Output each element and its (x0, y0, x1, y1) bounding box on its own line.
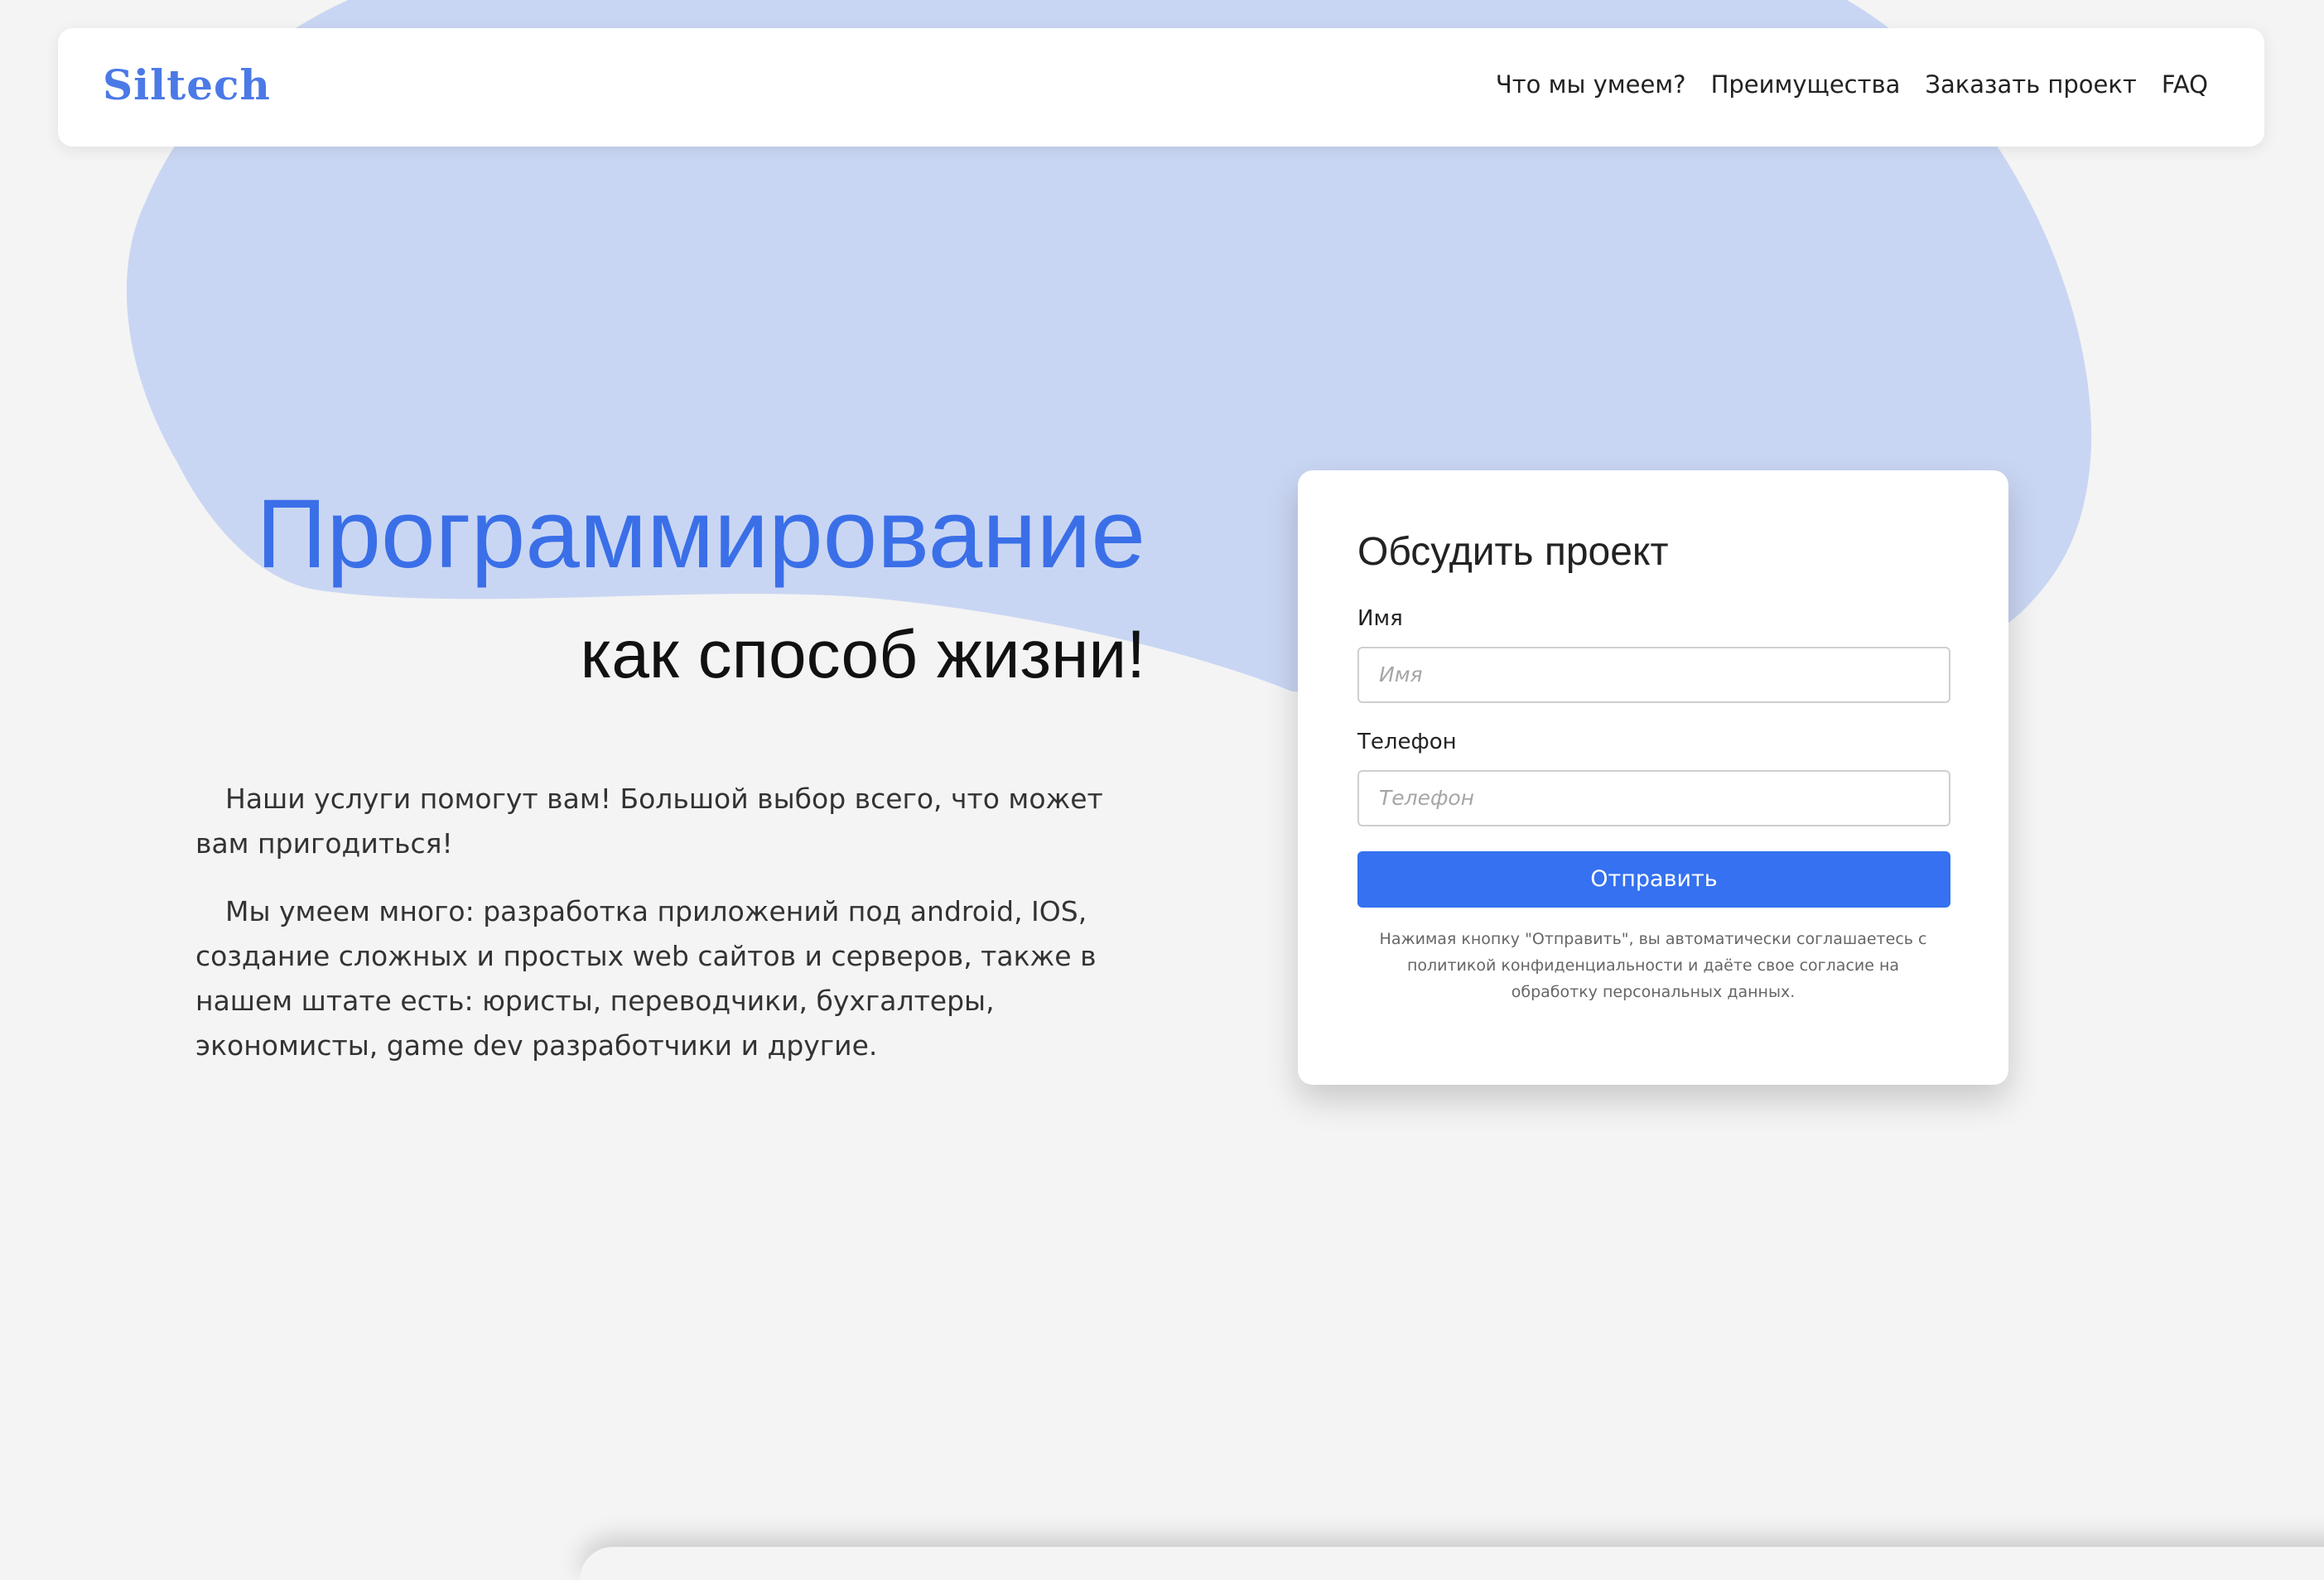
phone-input[interactable] (1357, 769, 1950, 826)
hero-title: Программирование (256, 479, 1145, 589)
top-navbar: Siltech Что мы умеем? Преимущества Заказ… (58, 28, 2264, 147)
privacy-note: Нажимая кнопку "Отправить", вы автоматич… (1379, 929, 1927, 1001)
nav-link-advantages[interactable]: Преимущества (1711, 70, 1901, 99)
nav-link-faq[interactable]: FAQ (2162, 70, 2208, 99)
nav-menu: Что мы умеем? Преимущества Заказать прое… (1496, 70, 2208, 101)
nav-item: Преимущества (1711, 70, 1901, 101)
brand-logo[interactable]: Siltech (103, 58, 271, 112)
next-section-edge (580, 1547, 2324, 1580)
nav-link-skills[interactable]: Что мы умеем? (1496, 70, 1686, 99)
submit-button[interactable]: Отправить (1357, 850, 1950, 908)
contact-form-card: Обсудить проект Имя Телефон Отправить На… (1298, 470, 2008, 1085)
hero-subtitle: как способ жизни! (580, 617, 1145, 692)
form-title: Обсудить проект (1357, 530, 1669, 574)
hero-paragraph-services: Наши услуги помогут вам! Большой выбор в… (195, 783, 1103, 860)
hero-description: Наши услуги помогут вам! Большой выбор в… (195, 777, 1148, 1091)
nav-link-order-project[interactable]: Заказать проект (1925, 70, 2136, 99)
name-input[interactable] (1357, 646, 1950, 703)
nav-item: Заказать проект (1925, 70, 2136, 101)
phone-field-label: Телефон (1357, 729, 1457, 754)
name-field-label: Имя (1357, 605, 1403, 631)
nav-item: FAQ (2162, 70, 2208, 101)
hero-paragraph-skills: Мы умеем много: разработка приложений по… (195, 895, 1097, 1062)
nav-item: Что мы умеем? (1496, 70, 1686, 101)
